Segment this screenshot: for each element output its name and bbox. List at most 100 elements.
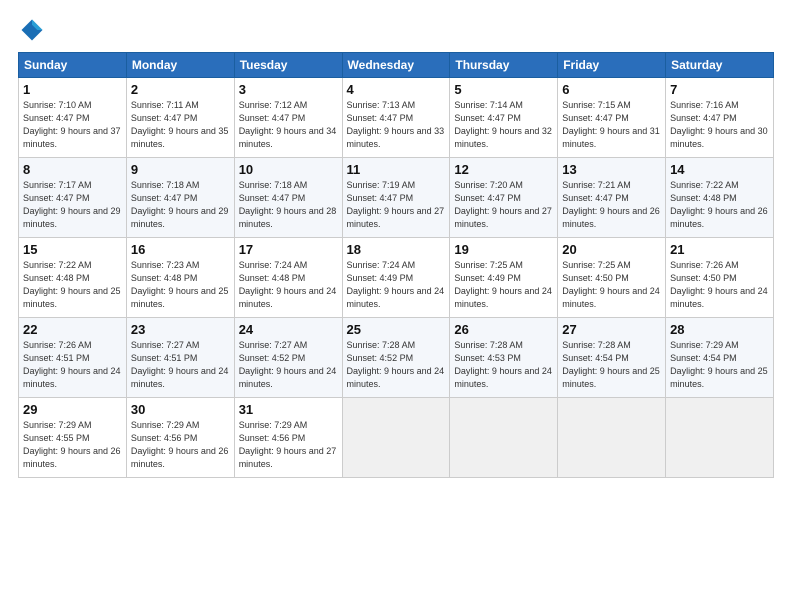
day-info: Sunrise: 7:29 AMSunset: 4:55 PMDaylight:… bbox=[23, 420, 121, 469]
weekday-header-monday: Monday bbox=[126, 53, 234, 78]
day-number: 15 bbox=[23, 242, 122, 257]
calendar-week-4: 22 Sunrise: 7:26 AMSunset: 4:51 PMDaylig… bbox=[19, 318, 774, 398]
logo-icon bbox=[18, 16, 46, 44]
calendar-cell: 20 Sunrise: 7:25 AMSunset: 4:50 PMDaylig… bbox=[558, 238, 666, 318]
day-info: Sunrise: 7:16 AMSunset: 4:47 PMDaylight:… bbox=[670, 100, 768, 149]
day-number: 28 bbox=[670, 322, 769, 337]
calendar-cell: 5 Sunrise: 7:14 AMSunset: 4:47 PMDayligh… bbox=[450, 78, 558, 158]
day-number: 7 bbox=[670, 82, 769, 97]
day-number: 22 bbox=[23, 322, 122, 337]
calendar-cell: 18 Sunrise: 7:24 AMSunset: 4:49 PMDaylig… bbox=[342, 238, 450, 318]
calendar-cell: 28 Sunrise: 7:29 AMSunset: 4:54 PMDaylig… bbox=[666, 318, 774, 398]
calendar-page: SundayMondayTuesdayWednesdayThursdayFrid… bbox=[0, 0, 792, 612]
day-number: 25 bbox=[347, 322, 446, 337]
calendar-cell: 13 Sunrise: 7:21 AMSunset: 4:47 PMDaylig… bbox=[558, 158, 666, 238]
day-number: 6 bbox=[562, 82, 661, 97]
day-number: 21 bbox=[670, 242, 769, 257]
day-number: 11 bbox=[347, 162, 446, 177]
day-info: Sunrise: 7:24 AMSunset: 4:48 PMDaylight:… bbox=[239, 260, 337, 309]
calendar-cell: 6 Sunrise: 7:15 AMSunset: 4:47 PMDayligh… bbox=[558, 78, 666, 158]
calendar-cell: 4 Sunrise: 7:13 AMSunset: 4:47 PMDayligh… bbox=[342, 78, 450, 158]
day-number: 16 bbox=[131, 242, 230, 257]
weekday-header-wednesday: Wednesday bbox=[342, 53, 450, 78]
calendar-cell: 7 Sunrise: 7:16 AMSunset: 4:47 PMDayligh… bbox=[666, 78, 774, 158]
day-info: Sunrise: 7:17 AMSunset: 4:47 PMDaylight:… bbox=[23, 180, 121, 229]
day-info: Sunrise: 7:14 AMSunset: 4:47 PMDaylight:… bbox=[454, 100, 552, 149]
day-number: 17 bbox=[239, 242, 338, 257]
weekday-header-row: SundayMondayTuesdayWednesdayThursdayFrid… bbox=[19, 53, 774, 78]
calendar-cell bbox=[342, 398, 450, 478]
day-info: Sunrise: 7:13 AMSunset: 4:47 PMDaylight:… bbox=[347, 100, 445, 149]
calendar-cell: 29 Sunrise: 7:29 AMSunset: 4:55 PMDaylig… bbox=[19, 398, 127, 478]
day-info: Sunrise: 7:21 AMSunset: 4:47 PMDaylight:… bbox=[562, 180, 660, 229]
day-info: Sunrise: 7:26 AMSunset: 4:50 PMDaylight:… bbox=[670, 260, 768, 309]
calendar-cell: 27 Sunrise: 7:28 AMSunset: 4:54 PMDaylig… bbox=[558, 318, 666, 398]
calendar-cell: 19 Sunrise: 7:25 AMSunset: 4:49 PMDaylig… bbox=[450, 238, 558, 318]
day-info: Sunrise: 7:29 AMSunset: 4:56 PMDaylight:… bbox=[239, 420, 337, 469]
day-number: 14 bbox=[670, 162, 769, 177]
calendar-cell bbox=[666, 398, 774, 478]
calendar-cell: 9 Sunrise: 7:18 AMSunset: 4:47 PMDayligh… bbox=[126, 158, 234, 238]
calendar-cell: 11 Sunrise: 7:19 AMSunset: 4:47 PMDaylig… bbox=[342, 158, 450, 238]
day-number: 24 bbox=[239, 322, 338, 337]
day-number: 27 bbox=[562, 322, 661, 337]
calendar-cell: 23 Sunrise: 7:27 AMSunset: 4:51 PMDaylig… bbox=[126, 318, 234, 398]
calendar-table: SundayMondayTuesdayWednesdayThursdayFrid… bbox=[18, 52, 774, 478]
calendar-cell: 15 Sunrise: 7:22 AMSunset: 4:48 PMDaylig… bbox=[19, 238, 127, 318]
calendar-cell bbox=[450, 398, 558, 478]
day-number: 30 bbox=[131, 402, 230, 417]
day-number: 1 bbox=[23, 82, 122, 97]
calendar-cell: 25 Sunrise: 7:28 AMSunset: 4:52 PMDaylig… bbox=[342, 318, 450, 398]
calendar-cell: 22 Sunrise: 7:26 AMSunset: 4:51 PMDaylig… bbox=[19, 318, 127, 398]
day-info: Sunrise: 7:27 AMSunset: 4:51 PMDaylight:… bbox=[131, 340, 229, 389]
day-info: Sunrise: 7:25 AMSunset: 4:49 PMDaylight:… bbox=[454, 260, 552, 309]
weekday-header-friday: Friday bbox=[558, 53, 666, 78]
day-number: 9 bbox=[131, 162, 230, 177]
day-info: Sunrise: 7:18 AMSunset: 4:47 PMDaylight:… bbox=[131, 180, 229, 229]
calendar-header: SundayMondayTuesdayWednesdayThursdayFrid… bbox=[19, 53, 774, 78]
calendar-cell: 2 Sunrise: 7:11 AMSunset: 4:47 PMDayligh… bbox=[126, 78, 234, 158]
day-info: Sunrise: 7:25 AMSunset: 4:50 PMDaylight:… bbox=[562, 260, 660, 309]
calendar-cell: 21 Sunrise: 7:26 AMSunset: 4:50 PMDaylig… bbox=[666, 238, 774, 318]
day-info: Sunrise: 7:15 AMSunset: 4:47 PMDaylight:… bbox=[562, 100, 660, 149]
calendar-cell: 30 Sunrise: 7:29 AMSunset: 4:56 PMDaylig… bbox=[126, 398, 234, 478]
calendar-cell: 24 Sunrise: 7:27 AMSunset: 4:52 PMDaylig… bbox=[234, 318, 342, 398]
day-info: Sunrise: 7:18 AMSunset: 4:47 PMDaylight:… bbox=[239, 180, 337, 229]
day-number: 12 bbox=[454, 162, 553, 177]
day-info: Sunrise: 7:28 AMSunset: 4:52 PMDaylight:… bbox=[347, 340, 445, 389]
calendar-cell: 17 Sunrise: 7:24 AMSunset: 4:48 PMDaylig… bbox=[234, 238, 342, 318]
day-info: Sunrise: 7:28 AMSunset: 4:53 PMDaylight:… bbox=[454, 340, 552, 389]
day-number: 19 bbox=[454, 242, 553, 257]
calendar-cell: 14 Sunrise: 7:22 AMSunset: 4:48 PMDaylig… bbox=[666, 158, 774, 238]
calendar-cell: 31 Sunrise: 7:29 AMSunset: 4:56 PMDaylig… bbox=[234, 398, 342, 478]
day-number: 29 bbox=[23, 402, 122, 417]
day-number: 13 bbox=[562, 162, 661, 177]
calendar-body: 1 Sunrise: 7:10 AMSunset: 4:47 PMDayligh… bbox=[19, 78, 774, 478]
weekday-header-saturday: Saturday bbox=[666, 53, 774, 78]
day-number: 4 bbox=[347, 82, 446, 97]
day-number: 23 bbox=[131, 322, 230, 337]
day-info: Sunrise: 7:22 AMSunset: 4:48 PMDaylight:… bbox=[23, 260, 121, 309]
calendar-cell: 26 Sunrise: 7:28 AMSunset: 4:53 PMDaylig… bbox=[450, 318, 558, 398]
weekday-header-thursday: Thursday bbox=[450, 53, 558, 78]
calendar-cell: 16 Sunrise: 7:23 AMSunset: 4:48 PMDaylig… bbox=[126, 238, 234, 318]
day-info: Sunrise: 7:29 AMSunset: 4:56 PMDaylight:… bbox=[131, 420, 229, 469]
day-info: Sunrise: 7:28 AMSunset: 4:54 PMDaylight:… bbox=[562, 340, 660, 389]
weekday-header-sunday: Sunday bbox=[19, 53, 127, 78]
day-number: 10 bbox=[239, 162, 338, 177]
calendar-week-5: 29 Sunrise: 7:29 AMSunset: 4:55 PMDaylig… bbox=[19, 398, 774, 478]
day-info: Sunrise: 7:22 AMSunset: 4:48 PMDaylight:… bbox=[670, 180, 768, 229]
day-number: 26 bbox=[454, 322, 553, 337]
day-info: Sunrise: 7:29 AMSunset: 4:54 PMDaylight:… bbox=[670, 340, 768, 389]
calendar-cell: 1 Sunrise: 7:10 AMSunset: 4:47 PMDayligh… bbox=[19, 78, 127, 158]
calendar-week-3: 15 Sunrise: 7:22 AMSunset: 4:48 PMDaylig… bbox=[19, 238, 774, 318]
day-info: Sunrise: 7:11 AMSunset: 4:47 PMDaylight:… bbox=[131, 100, 229, 149]
day-number: 31 bbox=[239, 402, 338, 417]
calendar-cell bbox=[558, 398, 666, 478]
calendar-week-1: 1 Sunrise: 7:10 AMSunset: 4:47 PMDayligh… bbox=[19, 78, 774, 158]
day-number: 18 bbox=[347, 242, 446, 257]
day-number: 8 bbox=[23, 162, 122, 177]
day-info: Sunrise: 7:27 AMSunset: 4:52 PMDaylight:… bbox=[239, 340, 337, 389]
calendar-cell: 8 Sunrise: 7:17 AMSunset: 4:47 PMDayligh… bbox=[19, 158, 127, 238]
day-number: 2 bbox=[131, 82, 230, 97]
